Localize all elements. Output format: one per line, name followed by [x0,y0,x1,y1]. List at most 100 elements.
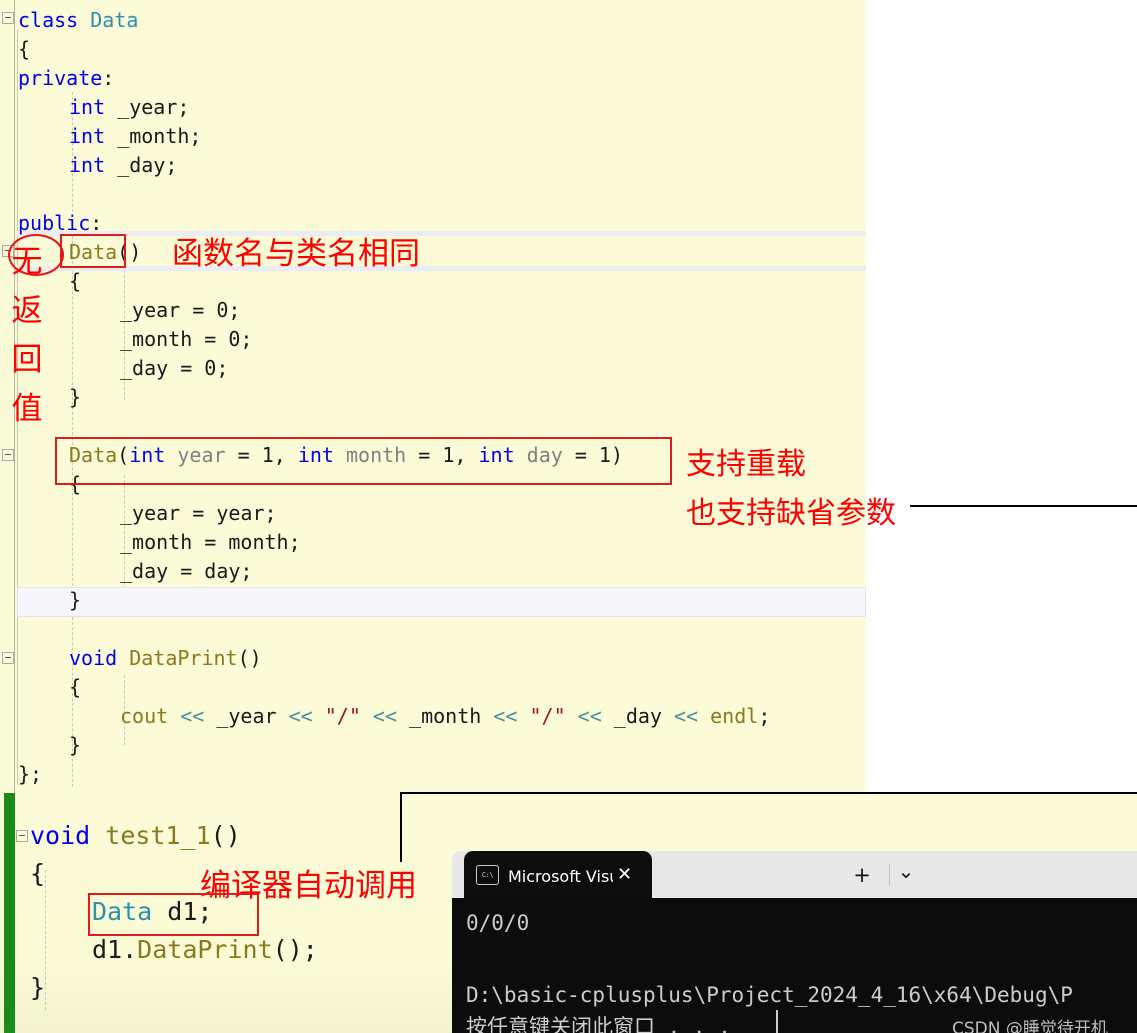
code-token: } [30,973,46,1002]
code-line: void DataPrint() [69,644,262,673]
code-line: class Data [18,6,138,35]
code-token: cout [120,704,181,728]
code-token: _year; [105,95,190,119]
code-token: _year [204,704,289,728]
code-line: _day = 0; [120,354,228,383]
code-token: public [18,211,91,235]
fold-toggle-class-data[interactable] [2,12,14,24]
code-token: }; [18,762,43,786]
code-token: } [69,385,82,409]
console-output-line-1: 0/0/0 [466,911,530,935]
code-token: Data [90,8,139,32]
current-line-highlight [17,587,866,617]
code-token: } [69,733,82,757]
code-token: . [122,935,138,964]
code-token: int [69,95,106,119]
code-token: DataPrint [137,935,273,964]
divider-line-vertical [400,792,402,862]
code-line: cout << _year << "/" << _month << "/" <<… [120,702,770,731]
code-line: } [30,970,45,1006]
terminal-icon: C:\ [476,864,499,885]
console-output-line-3: 按任意键关闭此窗口 . . . [466,1015,731,1033]
code-token: { [18,37,31,61]
watermark-text: CSDN @睡觉待开机 [952,1019,1108,1033]
new-tab-icon[interactable]: + [849,863,875,887]
code-token: : [102,66,115,90]
code-token: _month = 0; [120,327,253,351]
code-token: int [69,153,106,177]
code-line: { [30,856,45,892]
line-highlight [17,266,866,271]
line-highlight [17,231,866,236]
code-token: _day [601,704,674,728]
code-token: () [237,646,262,670]
code-token: } [69,588,82,612]
code-line: { [69,267,81,296]
code-token: "/" [324,704,361,728]
chevron-down-icon[interactable]: ⌄ [893,859,919,883]
code-line: d1.DataPrint(); [92,932,318,968]
console-tab[interactable]: C:\ Microsoft Visual Studio 调试控 ✕ [464,851,652,898]
console-tab-title: Microsoft Visual Studio 调试控 [508,866,613,886]
leader-line-default-args [910,505,1137,507]
highlight-box-overloaded-ctor [55,437,672,485]
divider-line-horizontal [400,792,1137,794]
console-window[interactable]: C:\ Microsoft Visual Studio 调试控 ✕ + ⌄ 0/… [452,851,1137,1033]
code-token: test1_1 [105,821,211,850]
code-token: _month; [105,124,202,148]
code-line: } [69,383,81,412]
console-titlebar[interactable]: C:\ Microsoft Visual Studio 调试控 ✕ + ⌄ [452,851,1137,898]
code-token: _day = 0; [120,356,229,380]
close-icon[interactable]: ✕ [617,864,632,885]
annotation-same-as-class-name: 函数名与类名相同 [172,236,420,272]
fold-toggle-dataprint[interactable] [2,652,14,664]
annotation-no-return-value: 无返回值 [11,244,43,427]
code-token: << [288,704,313,728]
annotation-supports-overload: 支持重载 [686,447,806,482]
code-line: _month = 0; [120,325,252,354]
code-token: (); [272,935,318,964]
code-token: << [180,704,205,728]
code-token: ; [758,704,771,728]
code-token: void [30,821,91,850]
code-line: int _month; [69,122,201,151]
code-token: _month = month; [120,530,301,554]
code-line: _day = day; [120,557,252,586]
code-token: int [69,124,106,148]
code-token: { [69,269,82,293]
code-line: void test1_1() [30,818,241,854]
code-line: { [69,673,81,702]
console-caret [776,1010,778,1033]
code-token: << [372,704,398,728]
code-line: _year = year; [120,499,277,528]
code-token: << [493,704,518,728]
code-token: DataPrint [129,646,238,670]
code-line: private: [18,64,114,93]
code-token: _year = 0; [120,298,241,322]
code-line: _year = 0; [120,296,240,325]
code-token: _day = day; [120,559,253,583]
code-token: { [30,859,46,888]
console-output-area[interactable]: 0/0/0 D:\basic-cplusplus\Project_2024_4_… [452,898,1137,1033]
fold-toggle-test1-1[interactable] [16,830,28,842]
code-token: _day; [105,153,178,177]
code-line: } [69,731,81,760]
code-token: private [18,66,103,90]
code-line: } [69,586,81,615]
code-token: _month [397,704,494,728]
code-line: { [18,35,30,64]
highlight-box-object-declaration [88,893,259,936]
fold-toggle-ctor-overload[interactable] [2,449,14,461]
code-token: _year = year; [120,501,277,525]
code-token: : [90,211,103,235]
titlebar-divider [889,864,890,886]
changed-lines-indicator [4,793,15,1033]
highlight-box-ctor-name [60,234,126,268]
code-token: << [577,704,602,728]
code-token: () [210,821,241,850]
